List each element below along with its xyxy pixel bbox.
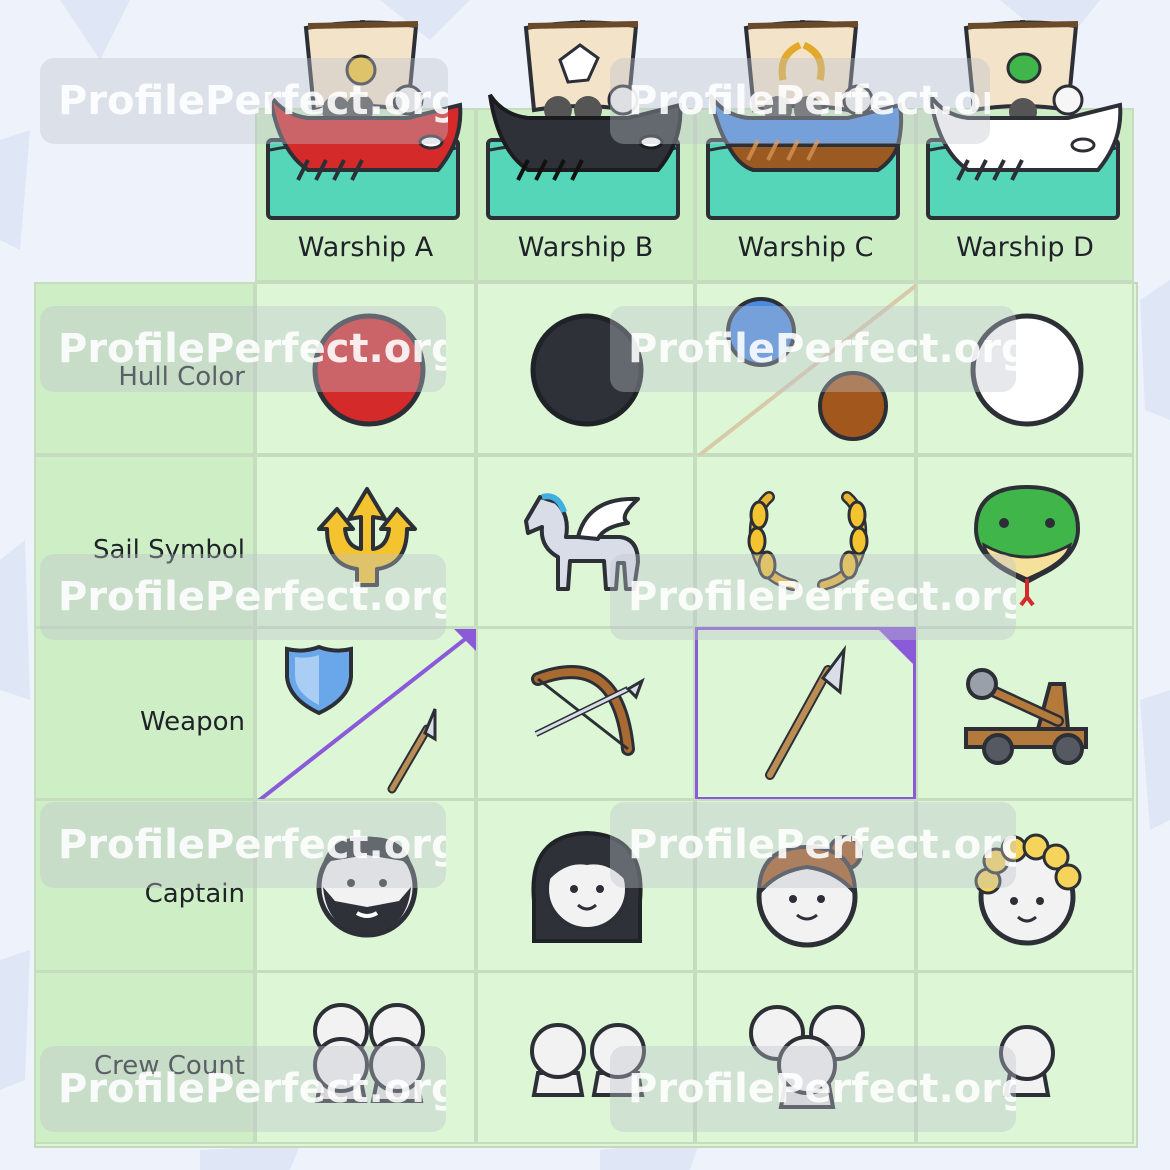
cell-weapon-a[interactable] [255,627,478,802]
catapult-icon [964,668,1088,765]
shield-icon [285,644,353,716]
watermark: ProfilePerfect.org [610,306,1016,392]
watermark: ProfilePerfect.org [610,58,990,144]
spear-icon [387,708,437,794]
watermark: ProfilePerfect.org [610,554,1016,640]
watermark: ProfilePerfect.org [40,58,448,144]
watermark: ProfilePerfect.org [610,802,1016,888]
watermark: ProfilePerfect.org [610,1046,1016,1132]
cell-weapon-b[interactable] [476,627,695,800]
watermark: ProfilePerfect.org [40,554,446,640]
cell-weapon-c[interactable] [695,627,919,800]
cell-weapon-d[interactable] [916,627,1134,800]
row-label-weapon: Weapon [34,627,255,800]
watermark: ProfilePerfect.org [40,802,446,888]
column-header-label: Warship A [297,232,434,263]
spear-icon [765,644,846,780]
bow-icon [531,665,645,756]
snake-sail-icon [1006,52,1042,84]
watermark: ProfilePerfect.org [40,306,446,392]
column-header-label: Warship D [956,232,1094,263]
watermark: ProfilePerfect.org [40,1046,446,1132]
column-header-label: Warship C [737,232,874,263]
column-header-label: Warship B [517,232,654,263]
